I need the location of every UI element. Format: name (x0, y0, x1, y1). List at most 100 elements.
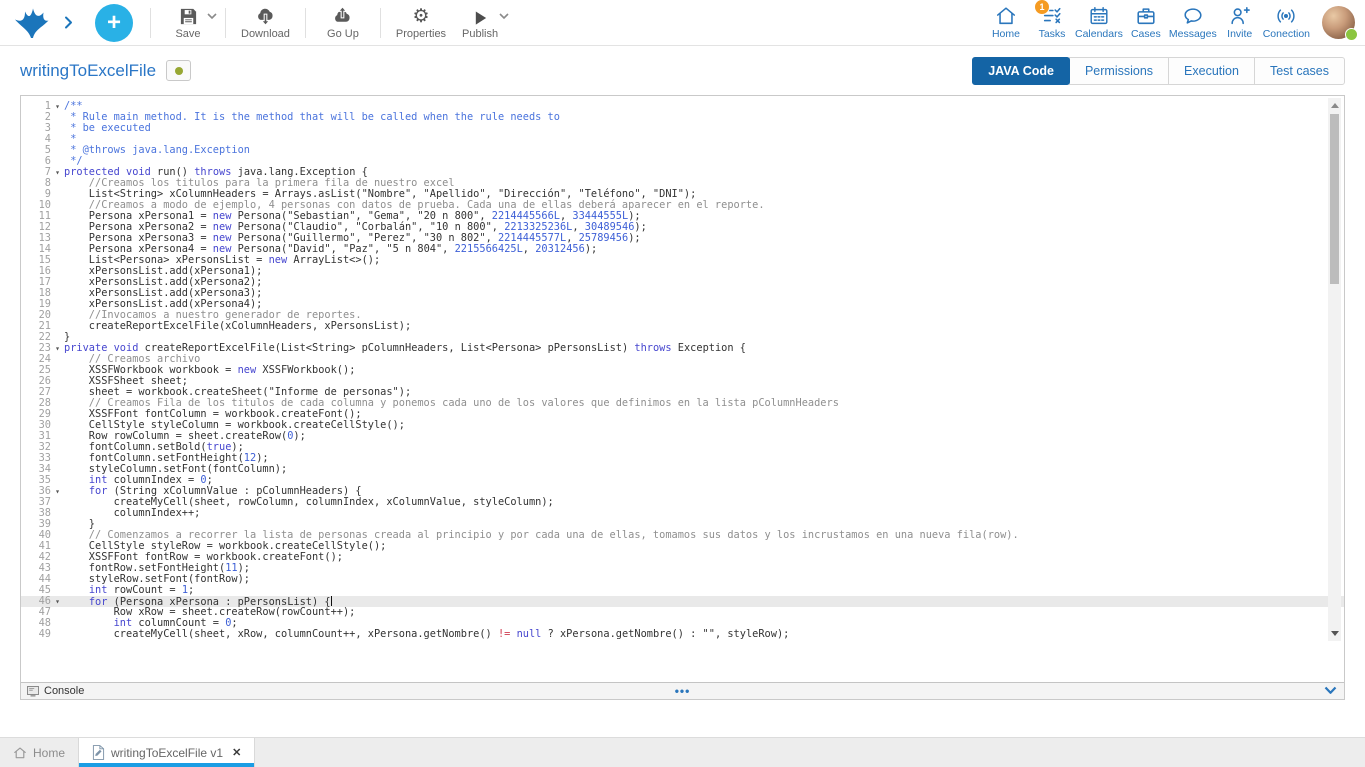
toolbar-go-up-button[interactable]: Go Up (315, 1, 371, 45)
code-line[interactable]: 37 createMyCell(sheet, rowColumn, column… (21, 497, 1344, 508)
gutter-space (51, 519, 64, 530)
tab-permissions[interactable]: Permissions (1069, 57, 1169, 85)
code-editor[interactable]: 1▾/**2 * Rule main method. It is the met… (21, 96, 1344, 682)
gutter-space (51, 530, 64, 541)
gutter-space (51, 189, 64, 200)
user-avatar[interactable] (1322, 6, 1355, 39)
tab-java-code[interactable]: JAVA Code (972, 57, 1070, 85)
gutter-space (51, 299, 64, 310)
editor-scrollbar[interactable] (1328, 98, 1341, 641)
scroll-down-arrow-icon[interactable] (1331, 631, 1339, 636)
fold-arrow-icon[interactable]: ▾ (51, 343, 64, 354)
gutter-space (51, 310, 64, 321)
code-text[interactable]: private void createReportExcelFile(List<… (64, 343, 1344, 354)
home-gray-icon (13, 746, 27, 760)
toolbar-properties-button[interactable]: ⚙Properties (390, 1, 452, 45)
gutter-space (51, 332, 64, 343)
scrollbar-thumb[interactable] (1330, 114, 1339, 284)
fold-arrow-icon[interactable]: ▾ (51, 167, 64, 178)
toolbar-save-button[interactable]: Save (160, 1, 216, 45)
app-logo-icon[interactable] (12, 7, 50, 39)
nav-home[interactable]: Home (983, 1, 1029, 45)
code-text[interactable]: Row xRow = sheet.createRow(rowCount++); (64, 607, 1344, 618)
online-status-dot (1345, 28, 1358, 41)
code-text[interactable]: styleColumn.setFont(fontColumn); (64, 464, 1344, 475)
gutter-space (51, 618, 64, 629)
nav-messages[interactable]: Messages (1169, 1, 1217, 45)
code-text[interactable]: columnIndex++; (64, 508, 1344, 519)
tab-test-cases[interactable]: Test cases (1254, 57, 1345, 85)
code-line[interactable]: 3 * be executed (21, 123, 1344, 134)
line-number[interactable]: 49 (21, 629, 51, 640)
code-line[interactable]: 21 createReportExcelFile(xColumnHeaders,… (21, 321, 1344, 332)
code-line[interactable]: 23▾private void createReportExcelFile(Li… (21, 343, 1344, 354)
code-line[interactable]: 49 createMyCell(sheet, xRow, columnCount… (21, 629, 1344, 640)
code-text[interactable]: createReportExcelFile(xColumnHeaders, xP… (64, 321, 1344, 332)
gutter-space (51, 376, 64, 387)
fold-arrow-icon[interactable]: ▾ (51, 101, 64, 112)
code-line[interactable]: 45 int rowCount = 1; (21, 585, 1344, 596)
nav-invite[interactable]: Invite (1217, 1, 1263, 45)
expand-chevron-icon[interactable] (64, 16, 73, 29)
code-text[interactable]: styleRow.setFont(fontRow); (64, 574, 1344, 585)
code-text[interactable]: * (64, 134, 1344, 145)
page-title: writingToExcelFile (20, 61, 156, 81)
code-text[interactable]: XSSFFont fontRow = workbook.createFont()… (64, 552, 1344, 563)
chevron-down-icon[interactable] (207, 11, 217, 23)
console-menu-dots[interactable]: ••• (675, 686, 691, 696)
view-tabs: JAVA CodePermissionsExecutionTest cases (972, 57, 1345, 85)
gutter-space (51, 563, 64, 574)
code-text[interactable]: createMyCell(sheet, rowColumn, columnInd… (64, 497, 1344, 508)
close-icon[interactable]: ✕ (232, 746, 241, 759)
scroll-up-arrow-icon[interactable] (1331, 103, 1339, 108)
gear-icon: ⚙ (412, 6, 429, 26)
code-line[interactable]: 5 * @throws java.lang.Exception (21, 145, 1344, 156)
code-line[interactable]: 25 XSSFWorkbook workbook = new XSSFWorkb… (21, 365, 1344, 376)
nav-tasks[interactable]: 1Tasks (1029, 1, 1075, 45)
taskbar-tab-home[interactable]: Home (0, 738, 79, 767)
gutter-space (51, 420, 64, 431)
save-icon (179, 6, 198, 26)
gutter-space (51, 288, 64, 299)
fold-arrow-icon[interactable]: ▾ (51, 486, 64, 497)
top-nav: Home1TasksCalendarsCasesMessagesInviteCo… (983, 1, 1310, 45)
code-line[interactable]: 2 * Rule main method. It is the method t… (21, 112, 1344, 123)
nav-conection[interactable]: Conection (1263, 1, 1310, 45)
code-text[interactable]: Row rowColumn = sheet.createRow(0); (64, 431, 1344, 442)
add-button[interactable]: + (95, 4, 133, 42)
nav-calendars[interactable]: Calendars (1075, 1, 1123, 45)
toolbar-download-button[interactable]: Download (235, 1, 296, 45)
code-text[interactable]: * Rule main method. It is the method tha… (64, 112, 1344, 123)
gutter-space (51, 497, 64, 508)
code-line[interactable]: 44 styleRow.setFont(fontRow); (21, 574, 1344, 585)
console-label: Console (44, 685, 84, 697)
calendar-icon (1088, 5, 1110, 27)
code-text[interactable]: * @throws java.lang.Exception (64, 145, 1344, 156)
taskbar-tab-writingtoexcelfile-v1[interactable]: writingToExcelFile v1✕ (79, 738, 255, 767)
tab-execution[interactable]: Execution (1168, 57, 1255, 85)
gutter-space (51, 464, 64, 475)
chevron-down-icon[interactable] (499, 11, 509, 23)
code-text[interactable]: XSSFWorkbook workbook = new XSSFWorkbook… (64, 365, 1344, 376)
code-text[interactable]: fontRow.setFontHeight(11); (64, 563, 1344, 574)
toolbar-separator (305, 8, 306, 38)
code-line[interactable]: 38 columnIndex++; (21, 508, 1344, 519)
gutter-space (51, 134, 64, 145)
nav-cases[interactable]: Cases (1123, 1, 1169, 45)
status-button[interactable] (166, 60, 191, 81)
code-text[interactable]: int rowCount = 1; (64, 585, 1344, 596)
gutter-space (51, 255, 64, 266)
gutter-space (51, 222, 64, 233)
gutter-space (51, 442, 64, 453)
code-text[interactable]: createMyCell(sheet, xRow, columnCount++,… (64, 629, 1344, 640)
console-bar[interactable]: Console ••• (21, 682, 1344, 699)
fold-arrow-icon[interactable]: ▾ (51, 596, 64, 607)
code-line[interactable]: 34 styleColumn.setFont(fontColumn); (21, 464, 1344, 475)
code-text[interactable]: * be executed (64, 123, 1344, 134)
toolbar-publish-button[interactable]: Publish (452, 1, 508, 45)
toolbar-separator (150, 8, 151, 38)
console-collapse-chevron-icon[interactable] (1324, 686, 1337, 695)
gutter-space (51, 156, 64, 167)
gutter-space (51, 266, 64, 277)
gutter-space (51, 453, 64, 464)
